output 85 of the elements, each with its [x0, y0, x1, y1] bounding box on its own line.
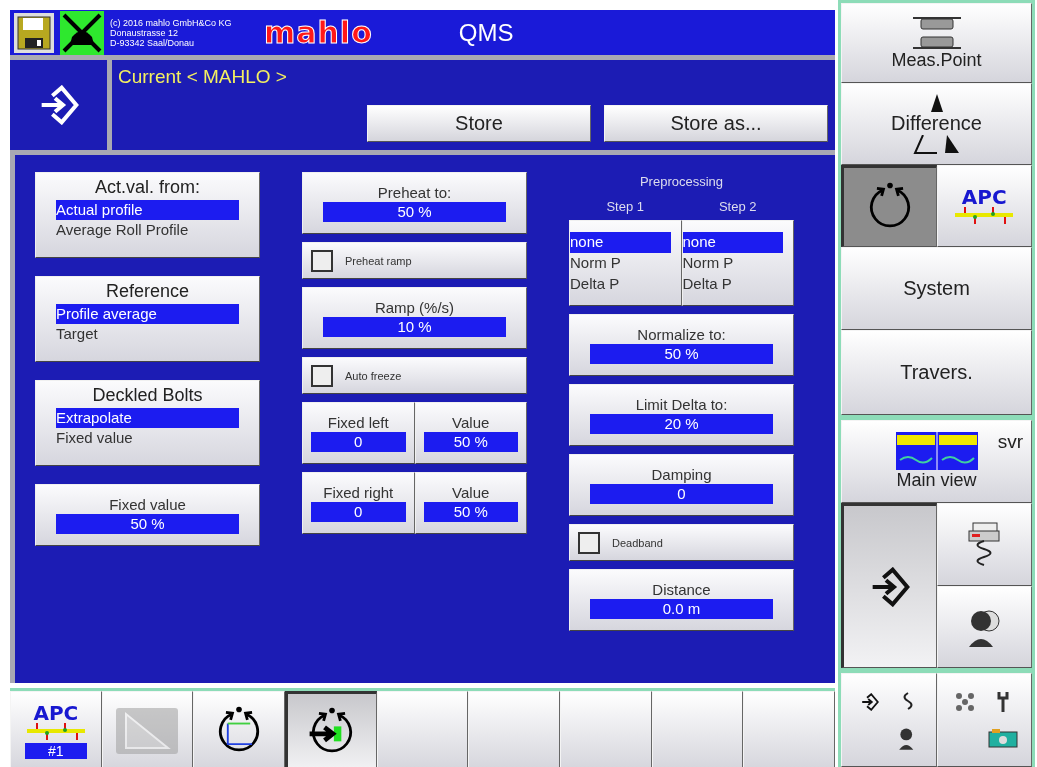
list-option[interactable]: Delta P [682, 274, 783, 295]
button-label: Difference [891, 111, 982, 135]
value-field[interactable]: 50 % [590, 344, 773, 364]
main-view-button[interactable]: Main view svr [841, 420, 1032, 503]
list-option[interactable]: none [682, 232, 783, 253]
travers-button[interactable]: Travers. [841, 330, 1032, 415]
triangle-arrows-icon [930, 93, 943, 112]
value-field[interactable]: 0.0 m [590, 599, 773, 619]
step-title: Step 1 [605, 199, 646, 214]
toolbar-button[interactable] [285, 691, 377, 767]
value-field[interactable]: 20 % [590, 414, 773, 434]
list-option[interactable]: Delta P [570, 274, 671, 295]
settings-button[interactable] [936, 673, 1032, 767]
field-label: Damping [650, 466, 713, 483]
company-address-line: D-93342 Saal/Donau [110, 37, 196, 48]
rotate-button[interactable] [841, 165, 937, 247]
printer-button[interactable] [936, 503, 1032, 586]
profile-chart-icon [895, 432, 978, 470]
value-field[interactable]: 0 [311, 432, 406, 452]
apc-logo: APC [961, 187, 1007, 207]
list-option[interactable]: Extrapolate [56, 408, 239, 428]
crossed-out-icon[interactable] [60, 10, 104, 55]
svr-label: svr [997, 431, 1023, 453]
unit-number: #1 [24, 743, 87, 759]
system-button[interactable]: System [841, 247, 1032, 330]
field-label: Fixed right [322, 484, 395, 501]
value-field[interactable]: 50 % [323, 202, 506, 222]
field-label: Fixed value [108, 496, 187, 513]
checkbox-label: Preheat ramp [345, 254, 412, 267]
panel-title: Act.val. from: [94, 177, 201, 198]
apc-logo: APC [33, 703, 79, 723]
field-label: Value [451, 414, 491, 431]
checkbox[interactable] [311, 364, 333, 387]
checkbox[interactable] [311, 249, 333, 272]
field-label: Normalize to: [636, 326, 727, 343]
list-option[interactable]: Actual profile [56, 200, 239, 220]
value-field[interactable]: 50 % [423, 432, 518, 452]
company-logo: mahlo [264, 15, 373, 50]
toolbar-button[interactable]: APC #1 [10, 691, 102, 767]
apc-button[interactable]: APC [936, 165, 1032, 247]
dots-grid-icon [954, 691, 977, 713]
enter-button[interactable] [841, 503, 937, 668]
wrench-icon [996, 690, 1011, 714]
value-field[interactable]: 10 % [323, 317, 506, 337]
list-option[interactable]: none [570, 232, 671, 253]
panel-title: Deckled Bolts [91, 385, 204, 406]
list-option[interactable]: Target [56, 324, 239, 344]
beam-icon [953, 207, 1016, 225]
field-label: Preheat to: [376, 184, 453, 201]
step-title: Step 2 [717, 199, 758, 214]
camera-icon [988, 728, 1019, 748]
beam-icon [24, 723, 87, 741]
store-button[interactable]: Store [367, 105, 591, 142]
field-label: Limit Delta to: [634, 396, 729, 413]
meas-point-button[interactable]: Meas.Point [841, 3, 1032, 83]
field-label: Fixed left [326, 414, 390, 431]
difference-button[interactable]: Difference [841, 83, 1032, 165]
checkbox[interactable] [578, 531, 600, 554]
list-option[interactable]: Norm P [682, 253, 783, 274]
button-label: Meas.Point [891, 49, 982, 71]
company-address-line: (c) 2016 mahlo GmbH&Co KG [110, 17, 233, 28]
value-field[interactable]: 50 % [423, 502, 518, 522]
save-icon[interactable] [17, 15, 51, 50]
overview-button[interactable] [841, 673, 937, 767]
field-label: Value [451, 484, 491, 501]
store-button[interactable]: Store as... [604, 105, 828, 142]
list-option[interactable]: Profile average [56, 304, 239, 324]
window-title: QMS [458, 18, 514, 47]
checkbox-label: Deadband [612, 536, 663, 549]
enter-icon [860, 693, 879, 711]
button-label: Main view [896, 470, 977, 491]
value-field[interactable]: 0 [311, 502, 406, 522]
section-title: Preprocessing [638, 174, 725, 189]
list-option[interactable]: Average Roll Profile [56, 220, 239, 240]
checkbox-label: Auto freeze [345, 369, 402, 382]
user-button[interactable] [936, 585, 1032, 668]
value-field[interactable]: 0 [590, 484, 773, 504]
list-option[interactable]: Fixed value [56, 428, 239, 448]
field-label: Distance [651, 581, 712, 598]
company-address-line: Donaustrasse 12 [110, 27, 180, 38]
value-field[interactable]: 50 % [56, 514, 239, 534]
panel-title: Reference [104, 281, 191, 302]
list-option[interactable]: Norm P [570, 253, 671, 274]
field-label: Ramp (%/s) [373, 299, 456, 316]
current-profile-label: Current < MAHLO > [118, 66, 287, 87]
